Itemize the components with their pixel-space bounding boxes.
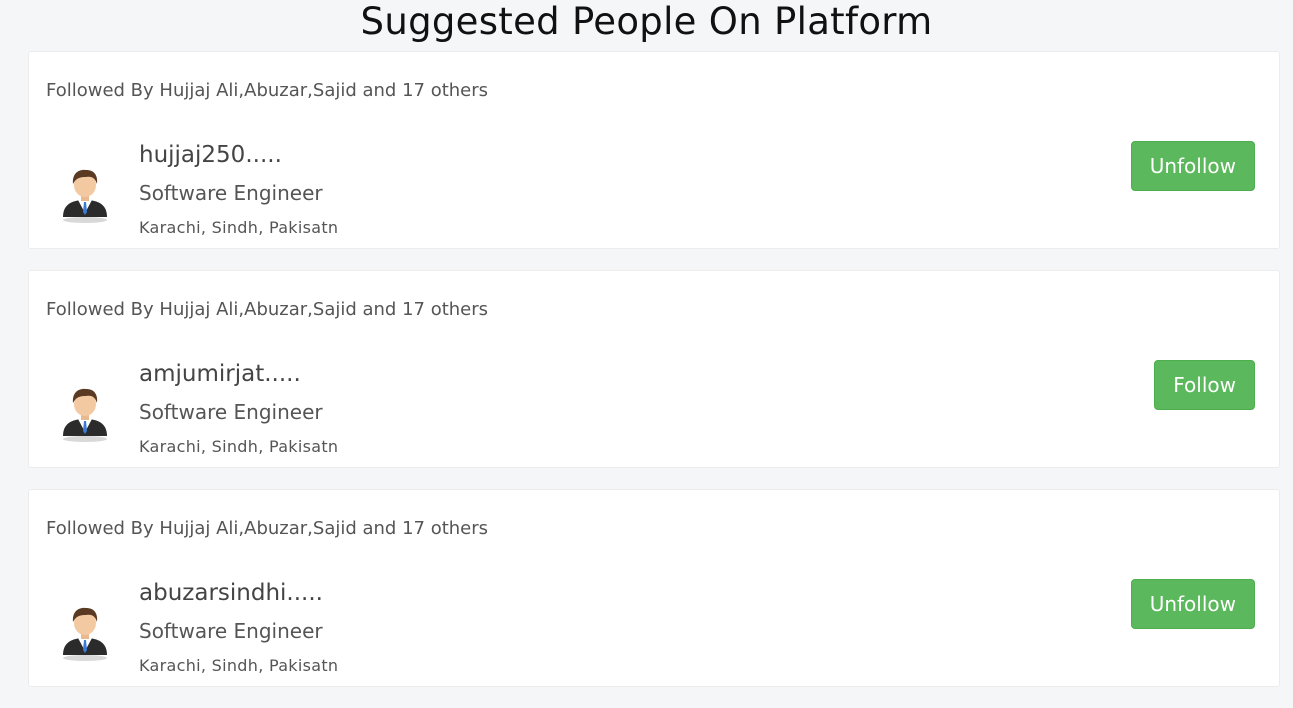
suggested-people-list: Followed By Hujjaj Ali,Abuzar,Sajid and … [28, 51, 1280, 708]
person-card: Followed By Hujjaj Ali,Abuzar,Sajid and … [28, 489, 1280, 687]
unfollow-button[interactable]: Unfollow [1130, 141, 1255, 191]
businessman-avatar-icon[interactable] [59, 384, 111, 442]
location: Karachi, Sindh, Pakisatn [139, 437, 339, 456]
followed-by-text: Followed By Hujjaj Ali,Abuzar,Sajid and … [46, 518, 489, 539]
unfollow-button[interactable]: Unfollow [1130, 579, 1255, 629]
person-card: Followed By Hujjaj Ali,Abuzar,Sajid and … [28, 270, 1280, 468]
person-card: Followed By Hujjaj Ali,Abuzar,Sajid and … [28, 51, 1280, 249]
followed-by-text: Followed By Hujjaj Ali,Abuzar,Sajid and … [46, 299, 489, 320]
username[interactable]: hujjaj250..... [139, 142, 282, 168]
location: Karachi, Sindh, Pakisatn [139, 218, 339, 237]
page-title: Suggested People On Platform [360, 0, 933, 43]
username[interactable]: abuzarsindhi..... [139, 580, 323, 606]
followed-by-text: Followed By Hujjaj Ali,Abuzar,Sajid and … [46, 80, 489, 101]
businessman-avatar-icon[interactable] [59, 603, 111, 661]
job-title: Software Engineer [139, 181, 323, 205]
follow-button[interactable]: Follow [1154, 360, 1255, 410]
job-title: Software Engineer [139, 400, 323, 424]
username[interactable]: amjumirjat..... [139, 361, 301, 387]
businessman-avatar-icon[interactable] [59, 165, 111, 223]
location: Karachi, Sindh, Pakisatn [139, 656, 339, 675]
job-title: Software Engineer [139, 619, 323, 643]
